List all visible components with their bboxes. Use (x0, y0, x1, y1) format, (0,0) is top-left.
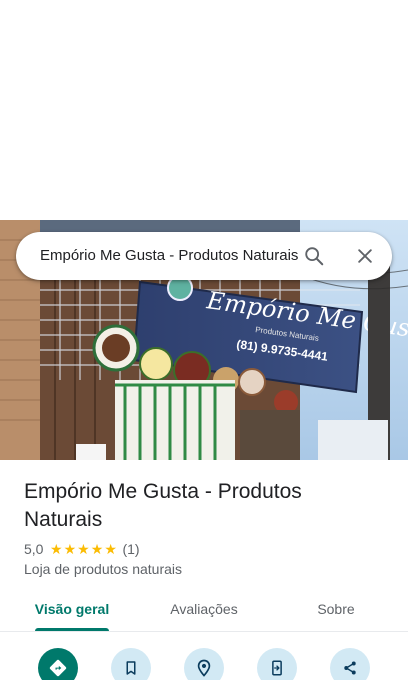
directions-button[interactable] (38, 648, 78, 680)
search-input[interactable]: Empório Me Gusta - Produtos Naturais (40, 232, 302, 280)
close-button[interactable] (349, 240, 381, 272)
rating-value: 5,0 (24, 541, 44, 557)
star-icon: ★ (77, 541, 90, 557)
share-button[interactable] (330, 648, 370, 680)
directions-icon (49, 659, 67, 677)
search-bar[interactable]: Empório Me Gusta - Produtos Naturais (16, 232, 392, 280)
tab-reviews[interactable]: Avaliações (154, 590, 254, 630)
star-icon: ★ (104, 541, 117, 557)
star-icon: ★ (90, 541, 104, 557)
save-button[interactable] (111, 648, 151, 680)
star-icon: ★ (63, 541, 77, 557)
active-tab-indicator (35, 628, 109, 631)
place-title: Empório Me Gusta - Produtos Naturais (24, 480, 302, 531)
search-icon (305, 247, 324, 266)
nearby-button[interactable] (184, 648, 224, 680)
send-to-phone-button[interactable] (257, 648, 297, 680)
share-icon (344, 661, 356, 675)
rating-row[interactable]: 5,0 ★ ★ ★ ★ ★ (1) (24, 540, 140, 558)
map-area-blank (0, 0, 408, 220)
save-bookmark-icon (126, 661, 136, 675)
nearby-icon (197, 659, 211, 677)
send-to-phone-icon (272, 660, 282, 676)
action-buttons (0, 648, 408, 680)
rating-stars: ★ ★ ★ ★ ★ (49, 542, 117, 556)
tab-overview[interactable]: Visão geral (22, 590, 122, 630)
tab-about[interactable]: Sobre (296, 590, 376, 630)
review-count[interactable]: (1) (122, 541, 139, 557)
close-icon (358, 249, 372, 263)
star-icon: ★ (49, 541, 63, 557)
search-button[interactable] (298, 240, 330, 272)
place-tabs: Visão geral Avaliações Sobre (0, 590, 408, 632)
place-category[interactable]: Loja de produtos naturais (24, 561, 182, 577)
